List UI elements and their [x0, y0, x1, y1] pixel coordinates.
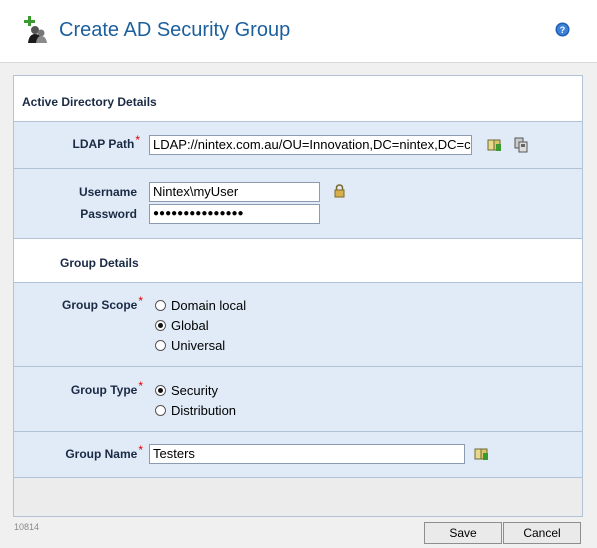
password-input[interactable]: ●●●●●●●●●●●●●●●: [149, 204, 320, 224]
security-group-add-icon: [24, 16, 47, 43]
header-divider: [0, 62, 597, 63]
group-name-row: Group Name* Testers: [14, 431, 582, 478]
section-title: Group Details: [60, 256, 139, 270]
lock-icon: [334, 184, 345, 198]
radio-button[interactable]: [155, 299, 166, 311]
section-title: Active Directory Details: [22, 95, 157, 109]
form-panel: Active Directory Details LDAP Path* LDAP…: [13, 75, 583, 517]
save-button[interactable]: Save: [424, 522, 502, 544]
svg-text:?: ?: [560, 25, 566, 35]
radio-button[interactable]: [155, 339, 166, 351]
insert-reference-icon[interactable]: [487, 138, 502, 152]
group-scope-options: Domain local Global Universal: [155, 295, 246, 355]
group-name-label: Group Name*: [65, 443, 143, 461]
ldap-path-label: LDAP Path*: [72, 133, 140, 151]
ldap-path-input[interactable]: LDAP://nintex.com.au/OU=Innovation,DC=ni…: [149, 135, 472, 155]
group-scope-label: Group Scope*: [61, 294, 143, 312]
username-input[interactable]: Nintex\myUser: [149, 182, 320, 202]
group-type-row: Group Type* Security Distribution: [14, 366, 582, 431]
group-type-options: Security Distribution: [155, 380, 236, 420]
group-name-input[interactable]: Testers: [149, 444, 465, 464]
radio-button-selected[interactable]: [155, 384, 166, 396]
password-label: Password: [80, 207, 137, 221]
section-group: Group Details: [14, 238, 582, 282]
radio-button[interactable]: [155, 404, 166, 416]
form-id: 10814: [14, 522, 40, 532]
help-icon[interactable]: ?: [555, 22, 570, 37]
section-active-directory: Active Directory Details: [14, 76, 582, 121]
radio-button-selected[interactable]: [155, 319, 166, 331]
radio-global[interactable]: Global: [155, 315, 246, 335]
username-label: Username: [78, 185, 137, 199]
group-type-label: Group Type*: [70, 379, 143, 397]
credentials-row: Username Nintex\myUser Password ●●●●●●●●…: [14, 168, 582, 238]
radio-universal[interactable]: Universal: [155, 335, 246, 355]
insert-reference-icon[interactable]: [474, 447, 489, 461]
ldap-browse-icon[interactable]: [513, 137, 529, 153]
group-scope-row: Group Scope* Domain local Global Univers…: [14, 282, 582, 366]
radio-domain-local[interactable]: Domain local: [155, 295, 246, 315]
cancel-button[interactable]: Cancel: [503, 522, 581, 544]
radio-security[interactable]: Security: [155, 380, 236, 400]
ldap-row: LDAP Path* LDAP://nintex.com.au/OU=Innov…: [14, 121, 582, 168]
page-title: Create AD Security Group: [59, 19, 291, 41]
title-bar: Create AD Security Group ?: [0, 0, 597, 62]
radio-distribution[interactable]: Distribution: [155, 400, 236, 420]
